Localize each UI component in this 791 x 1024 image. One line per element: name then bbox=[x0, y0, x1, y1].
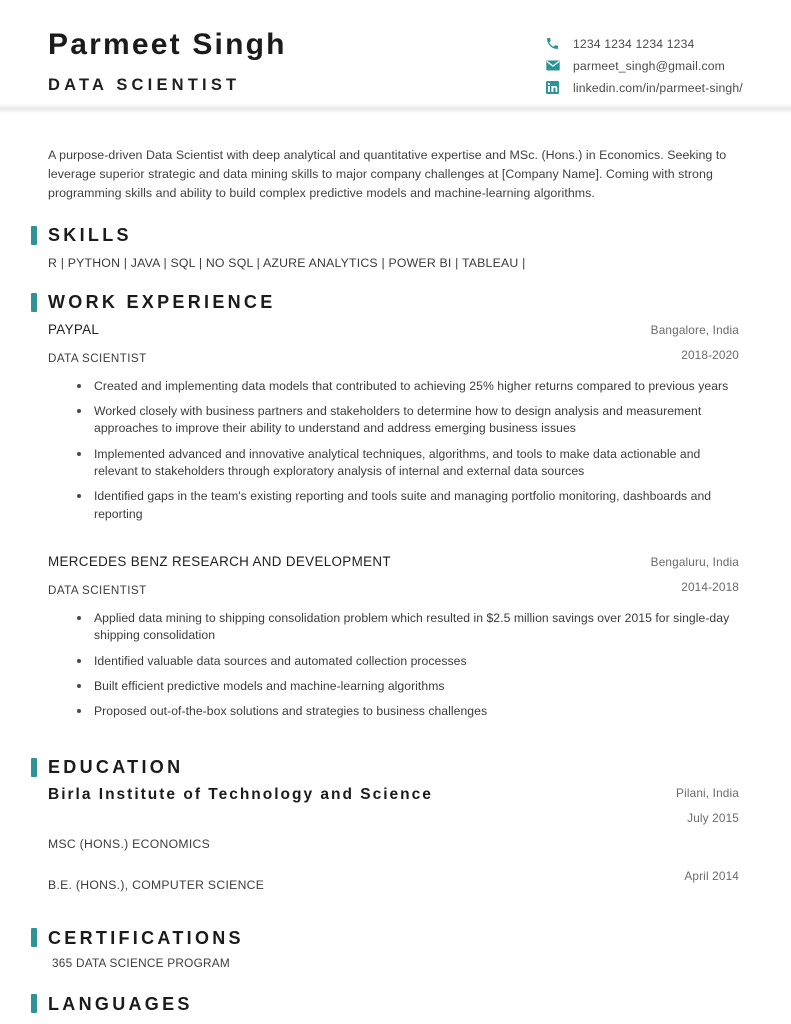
contact-email[interactable]: parmeet_singh@gmail.com bbox=[546, 58, 743, 73]
skills-title: SKILLS bbox=[48, 225, 132, 246]
job-dates: 2018-2020 bbox=[681, 347, 739, 362]
education-date: April 2014 bbox=[684, 869, 739, 884]
job-header-row: MERCEDES BENZ RESEARCH AND DEVELOPMENT D… bbox=[48, 554, 739, 597]
education-title: EDUCATION bbox=[48, 757, 184, 778]
section-education: EDUCATION Birla Institute of Technology … bbox=[31, 757, 739, 893]
job-role: DATA SCIENTIST bbox=[48, 584, 147, 598]
job-bullet: Proposed out-of-the-box solutions and st… bbox=[77, 703, 739, 720]
job-bullet-list: Created and implementing data models tha… bbox=[48, 378, 739, 523]
contact-linkedin-text: linkedin.com/in/parmeet-singh/ bbox=[573, 80, 743, 95]
education-entry-row: B.E. (HONS.), COMPUTER SCIENCE April 201… bbox=[48, 869, 739, 893]
accent-bar-icon bbox=[31, 225, 37, 245]
job-location: Bangalore, India bbox=[650, 322, 739, 337]
job-bullet: Identified valuable data sources and aut… bbox=[77, 653, 739, 670]
job-identity: MERCEDES BENZ RESEARCH AND DEVELOPMENT D… bbox=[48, 554, 619, 597]
phone-icon bbox=[546, 37, 562, 51]
skills-list: R | PYTHON | JAVA | SQL | NO SQL | AZURE… bbox=[48, 255, 526, 270]
contact-phone-text: 1234 1234 1234 1234 bbox=[573, 36, 695, 51]
section-skills: SKILLS R | PYTHON | JAVA | SQL | NO SQL … bbox=[31, 225, 739, 270]
education-date: July 2015 bbox=[687, 810, 739, 825]
candidate-name: Parmeet Singh bbox=[48, 28, 287, 61]
job-company: MERCEDES BENZ RESEARCH AND DEVELOPMENT bbox=[48, 554, 391, 570]
candidate-role: DATA SCIENTIST bbox=[48, 76, 241, 94]
contact-email-text: parmeet_singh@gmail.com bbox=[573, 58, 725, 73]
accent-bar-icon bbox=[31, 928, 37, 948]
certifications-title: CERTIFICATIONS bbox=[48, 927, 244, 948]
job-bullet: Identified gaps in the team's existing r… bbox=[77, 488, 739, 523]
resume-page: Parmeet Singh DATA SCIENTIST 1234 1234 1… bbox=[0, 0, 791, 1024]
certification-item: 365 DATA SCIENCE PROGRAM bbox=[52, 956, 230, 971]
contact-phone[interactable]: 1234 1234 1234 1234 bbox=[546, 36, 743, 51]
email-icon bbox=[546, 59, 562, 73]
accent-bar-icon bbox=[31, 292, 37, 312]
contact-linkedin[interactable]: linkedin.com/in/parmeet-singh/ bbox=[546, 80, 743, 95]
job-bullet: Created and implementing data models tha… bbox=[77, 378, 739, 395]
accent-bar-icon bbox=[31, 994, 37, 1014]
skills-heading: SKILLS bbox=[31, 225, 739, 246]
languages-heading: LANGUAGES bbox=[31, 993, 739, 1014]
education-meta: Pilani, India July 2015 bbox=[629, 786, 739, 825]
education-degree: MSC (HONS.) ECONOMICS bbox=[48, 837, 211, 852]
education-school: Birla Institute of Technology and Scienc… bbox=[48, 785, 433, 803]
certifications-heading: CERTIFICATIONS bbox=[31, 927, 739, 948]
linkedin-icon bbox=[546, 81, 562, 95]
job-bullet: Built efficient predictive models and ma… bbox=[77, 678, 739, 695]
education-school-row: Birla Institute of Technology and Scienc… bbox=[48, 786, 739, 825]
job-meta: Bangalore, India 2018-2020 bbox=[619, 322, 739, 362]
job-bullet: Implemented advanced and innovative anal… bbox=[77, 446, 739, 481]
header-divider bbox=[0, 104, 791, 114]
section-languages: LANGUAGES ENGLISH | HINDI bbox=[31, 994, 739, 1024]
resume-body: A purpose-driven Data Scientist with dee… bbox=[0, 146, 791, 1024]
job-bullet: Applied data mining to shipping consolid… bbox=[77, 610, 739, 645]
accent-bar-icon bbox=[31, 757, 37, 777]
job-bullet-list: Applied data mining to shipping consolid… bbox=[48, 610, 739, 721]
education-degree: B.E. (HONS.), COMPUTER SCIENCE bbox=[48, 878, 265, 893]
languages-title: LANGUAGES bbox=[48, 993, 193, 1014]
job-bullet: Worked closely with business partners an… bbox=[77, 403, 739, 438]
job-role: DATA SCIENTIST bbox=[48, 351, 147, 365]
work-title: WORK EXPERIENCE bbox=[48, 292, 276, 313]
professional-summary: A purpose-driven Data Scientist with dee… bbox=[48, 148, 727, 201]
education-location: Pilani, India bbox=[676, 785, 739, 800]
job-meta: Bengaluru, India 2014-2018 bbox=[619, 554, 739, 594]
job-entry: PAYPAL DATA SCIENTIST Bangalore, India 2… bbox=[48, 322, 739, 523]
work-heading: WORK EXPERIENCE bbox=[31, 292, 739, 313]
job-identity: PAYPAL DATA SCIENTIST bbox=[48, 322, 619, 365]
job-header-row: PAYPAL DATA SCIENTIST Bangalore, India 2… bbox=[48, 322, 739, 365]
job-entry: MERCEDES BENZ RESEARCH AND DEVELOPMENT D… bbox=[48, 554, 739, 721]
section-work-experience: WORK EXPERIENCE PAYPAL DATA SCIENTIST Ba… bbox=[31, 292, 739, 721]
education-heading: EDUCATION bbox=[31, 757, 739, 778]
job-company: PAYPAL bbox=[48, 321, 100, 337]
education-meta: April 2014 bbox=[629, 869, 739, 883]
job-location: Bengaluru, India bbox=[650, 555, 739, 570]
contact-block: 1234 1234 1234 1234 parmeet_singh@gmail.… bbox=[546, 36, 743, 95]
section-certifications: CERTIFICATIONS 365 DATA SCIENCE PROGRAM bbox=[31, 928, 739, 971]
job-dates: 2014-2018 bbox=[681, 580, 739, 595]
resume-header: Parmeet Singh DATA SCIENTIST 1234 1234 1… bbox=[0, 0, 791, 114]
